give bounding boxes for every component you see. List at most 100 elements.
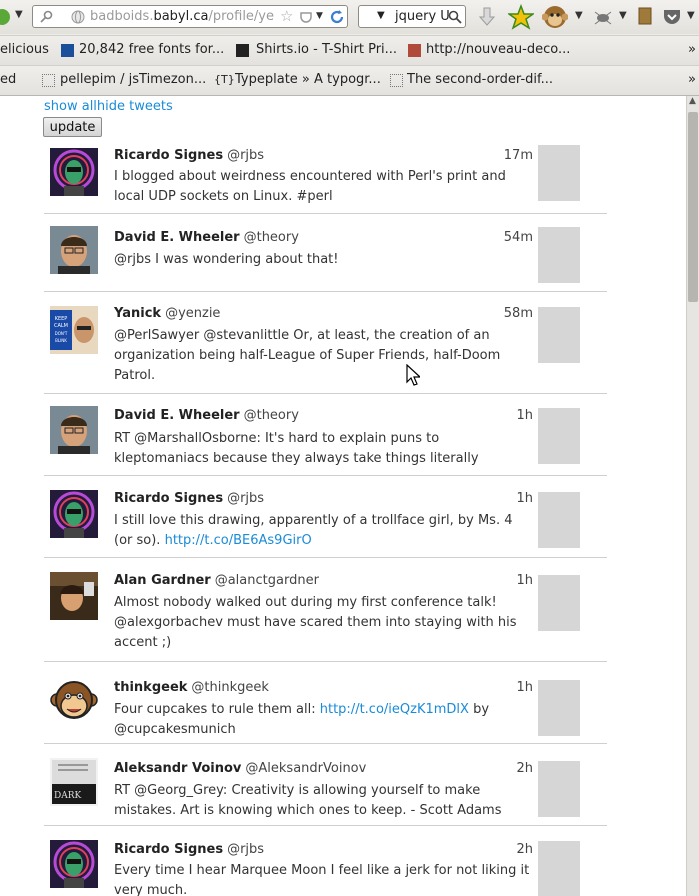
search-input[interactable]: jquery U <box>395 9 450 24</box>
bug-addon-icon[interactable] <box>593 8 613 26</box>
tweet-text: Four cupcakes to rule them all: http://t… <box>114 702 490 737</box>
scrollbar-thumb[interactable] <box>688 112 698 302</box>
pocket-icon[interactable] <box>299 10 313 24</box>
tweet-text: RT @MarshallOsborne: It's hard to explai… <box>114 431 479 466</box>
bookmark-nouveau[interactable]: http://nouveau-deco... <box>426 42 570 57</box>
tweet-author[interactable]: David E. Wheeler @theory <box>114 230 299 245</box>
avatar[interactable]: KEEP CALM DON'T BLINK <box>50 306 98 354</box>
update-button[interactable]: update <box>43 117 102 137</box>
media-thumbnail[interactable] <box>538 408 580 464</box>
hide-tweets-link[interactable]: hide tweets <box>97 99 173 114</box>
tweet-text: RT @Georg_Grey: Creativity is allowing y… <box>114 783 502 818</box>
tweet-handle[interactable]: @rjbs <box>227 148 264 163</box>
tweet-link[interactable]: http://t.co/BE6As9GirO <box>165 533 312 548</box>
search-engine-dropdown-icon[interactable]: ▼ <box>377 10 385 21</box>
avatar[interactable] <box>50 678 98 726</box>
bookmark-jstimezone[interactable]: pellepim / jsTimezon... <box>60 72 206 87</box>
bug-dropdown-icon[interactable]: ▼ <box>619 10 627 21</box>
tweet-author[interactable]: thinkgeek @thinkgeek <box>114 680 269 695</box>
tweet-author[interactable]: Yanick @yenzie <box>114 306 220 321</box>
tweet-text: @PerlSawyer @stevanlittle Or, at least, … <box>114 328 501 383</box>
tweet-text: @rjbs I was wondering about that! <box>114 252 339 267</box>
tweet-author[interactable]: Aleksandr Voinov @AleksandrVoinov <box>114 761 366 776</box>
tweet-item: Ricardo Signes @rjbs 17m I blogged about we… <box>44 142 607 214</box>
tweet-time[interactable]: 2h <box>516 761 533 776</box>
avatar[interactable] <box>50 406 98 454</box>
media-thumbnail[interactable] <box>538 761 580 817</box>
bookmark-second-order[interactable]: The second-order-dif... <box>407 72 553 87</box>
bookmarks-overflow-icon[interactable]: » <box>688 42 696 57</box>
tweet-handle[interactable]: @rjbs <box>227 842 264 857</box>
tweet-handle[interactable]: @rjbs <box>227 491 264 506</box>
tweet-time[interactable]: 1h <box>516 680 533 695</box>
media-thumbnail[interactable] <box>538 307 580 363</box>
tweet-time[interactable]: 2h <box>516 842 533 857</box>
monkey-dropdown-icon[interactable]: ▼ <box>575 10 583 21</box>
media-thumbnail[interactable] <box>538 145 580 201</box>
tweet-toggle-links: show allhide tweets <box>44 99 173 114</box>
url-text[interactable]: badboids.babyl.ca/profile/ye <box>90 9 274 24</box>
tweet-handle[interactable]: @yenzie <box>165 306 220 321</box>
avatar[interactable] <box>50 840 98 888</box>
search-bar[interactable]: ▼ jquery U <box>358 5 466 28</box>
tweet-item: David E. Wheeler @theory 1h RT @MarshallOsb… <box>44 394 607 476</box>
scrollbar[interactable]: ▲ <box>686 96 699 896</box>
tweet-text: Almost nobody walked out during my first… <box>114 595 517 650</box>
scroll-up-icon[interactable]: ▲ <box>689 96 696 106</box>
reload-icon[interactable] <box>328 8 346 26</box>
avatar[interactable]: DARK <box>50 758 98 806</box>
tweet-handle[interactable]: @alanctgardner <box>215 573 319 588</box>
star-bookmark-icon[interactable]: ☆ <box>280 7 293 25</box>
tweet-author[interactable]: Alan Gardner @alanctgardner <box>114 573 319 588</box>
tweet-time[interactable]: 17m <box>504 148 533 163</box>
tweet-link[interactable]: http://t.co/ieQzK1mDlX <box>320 702 469 717</box>
search-icon[interactable] <box>448 10 462 24</box>
bookmark-free-fonts[interactable]: 20,842 free fonts for... <box>79 42 224 57</box>
tweet-handle[interactable]: @thinkgeek <box>191 680 269 695</box>
bookmark-typeplate[interactable]: Typeplate » A typogr... <box>235 72 381 87</box>
avatar[interactable] <box>50 490 98 538</box>
media-thumbnail[interactable] <box>538 492 580 548</box>
avatar[interactable] <box>50 148 98 196</box>
history-dropdown-icon[interactable]: ▼ <box>15 9 23 20</box>
tweet-time[interactable]: 1h <box>516 491 533 506</box>
bookmarks-toolbar-2: ed pellepim / jsTimezon... {T} Typeplate… <box>0 65 699 95</box>
monkey-addon-icon[interactable] <box>542 4 568 30</box>
avatar[interactable] <box>50 226 98 274</box>
tweet-author[interactable]: Ricardo Signes @rjbs <box>114 148 264 163</box>
fontsquirrel-icon <box>61 44 74 57</box>
media-thumbnail[interactable] <box>538 841 580 896</box>
bookmarks-overflow-icon[interactable]: » <box>688 72 696 87</box>
tweet-handle[interactable]: @theory <box>244 408 299 423</box>
avatar[interactable] <box>50 572 98 620</box>
tweet-author[interactable]: Ricardo Signes @rjbs <box>114 842 264 857</box>
page-content: show allhide tweets update Ricardo Signe… <box>0 96 686 896</box>
url-bar[interactable]: badboids.babyl.ca/profile/ye ☆ ▼ <box>32 5 348 28</box>
tweet-author[interactable]: David E. Wheeler @theory <box>114 408 299 423</box>
download-icon[interactable] <box>477 6 497 28</box>
tweet-handle[interactable]: @theory <box>244 230 299 245</box>
show-all-link[interactable]: show all <box>44 99 97 114</box>
notebook-addon-icon[interactable] <box>638 7 652 25</box>
bookmark-ed[interactable]: ed <box>0 72 16 87</box>
navigation-toolbar: ▼ badboids.babyl.ca/profile/ye ☆ ▼ ▼ jqu… <box>0 0 699 34</box>
nouveau-icon <box>408 44 421 57</box>
tweet-time[interactable]: 54m <box>504 230 533 245</box>
url-dropdown-icon[interactable]: ▼ <box>316 11 323 21</box>
media-thumbnail[interactable] <box>538 227 580 283</box>
tweet-time[interactable]: 58m <box>504 306 533 321</box>
star-addon-icon[interactable] <box>508 4 534 30</box>
bookmark-delicious[interactable]: elicious <box>0 42 49 57</box>
back-icon[interactable] <box>0 8 12 26</box>
tweet-time[interactable]: 1h <box>516 573 533 588</box>
tweet-time[interactable]: 1h <box>516 408 533 423</box>
media-thumbnail[interactable] <box>538 680 580 736</box>
menu-dropdown-icon[interactable]: ▼ <box>687 10 695 21</box>
media-thumbnail[interactable] <box>538 575 580 631</box>
tweet-handle[interactable]: @AleksandrVoinov <box>245 761 366 776</box>
pocket-addon-icon[interactable] <box>662 7 682 25</box>
key-icon[interactable] <box>39 10 53 24</box>
tweet-author[interactable]: Ricardo Signes @rjbs <box>114 491 264 506</box>
bookmark-shirts-io[interactable]: Shirts.io - T-Shirt Pri... <box>256 42 397 57</box>
shirt-icon <box>236 44 249 57</box>
